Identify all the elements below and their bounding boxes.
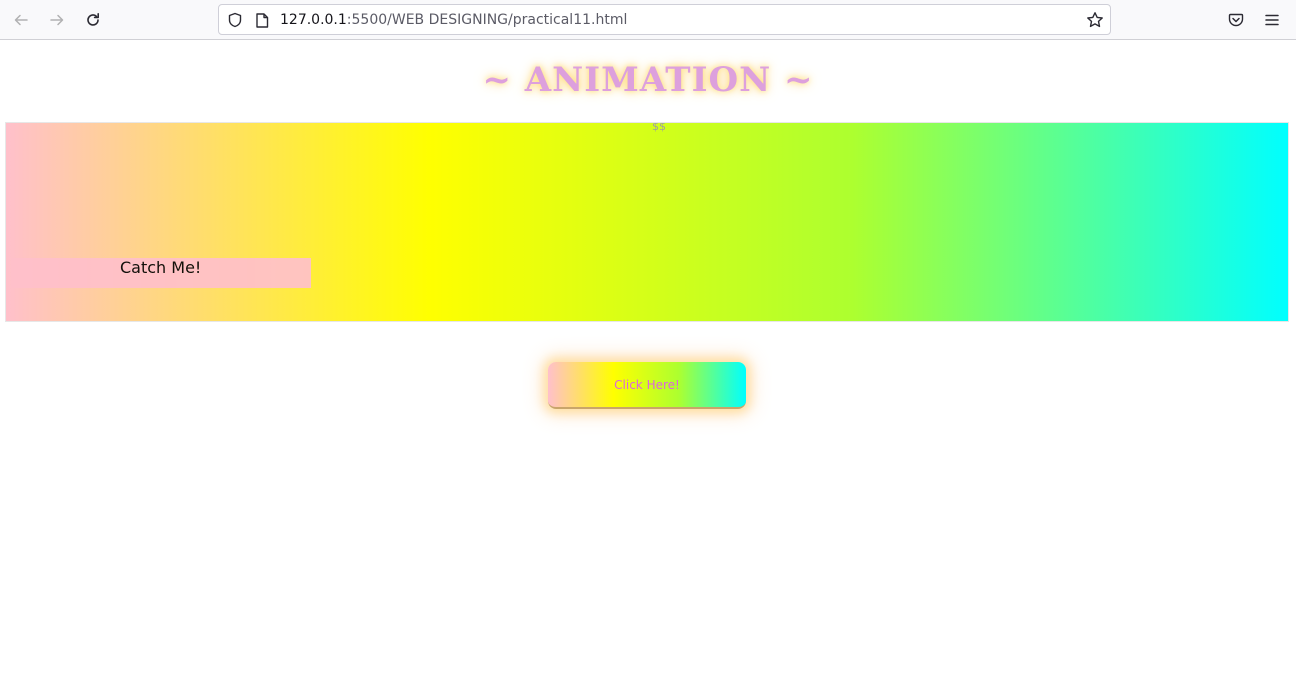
catch-me-label: Catch Me! [120, 258, 202, 277]
star-icon[interactable] [1086, 11, 1104, 29]
catch-me-box[interactable]: Catch Me! [11, 258, 311, 288]
back-arrow-icon [14, 14, 28, 26]
reload-icon [87, 13, 99, 26]
shield-icon[interactable] [227, 12, 243, 28]
url-text[interactable]: 127.0.0.1:5500/WEB DESIGNING/practical11… [280, 11, 627, 29]
hamburger-menu-icon [1265, 14, 1279, 26]
dollar-stream: $$$$$$$$$$$$$$$$$$$$$$$$$$ [652, 123, 666, 133]
app-menu-button[interactable] [1258, 6, 1286, 34]
click-here-button[interactable]: Click Here! [548, 362, 746, 409]
address-bar[interactable]: 127.0.0.1:5500/WEB DESIGNING/practical11… [218, 4, 1111, 35]
back-button[interactable] [7, 6, 35, 34]
url-host: 127.0.0.1 [280, 12, 347, 28]
reload-button[interactable] [79, 6, 107, 34]
forward-button[interactable] [43, 6, 71, 34]
animation-container: Catch Me! $$$$$$$$$$$$$$$$$$$$$$$$$$ [5, 122, 1289, 322]
pocket-icon [1228, 13, 1244, 27]
pocket-button[interactable] [1222, 6, 1250, 34]
forward-arrow-icon [50, 14, 64, 26]
page-icon[interactable] [255, 13, 269, 28]
url-path: :5500/WEB DESIGNING/practical11.html [346, 12, 628, 28]
browser-toolbar: 127.0.0.1:5500/WEB DESIGNING/practical11… [0, 0, 1296, 40]
page-title: ~ ANIMATION ~ [482, 60, 814, 100]
